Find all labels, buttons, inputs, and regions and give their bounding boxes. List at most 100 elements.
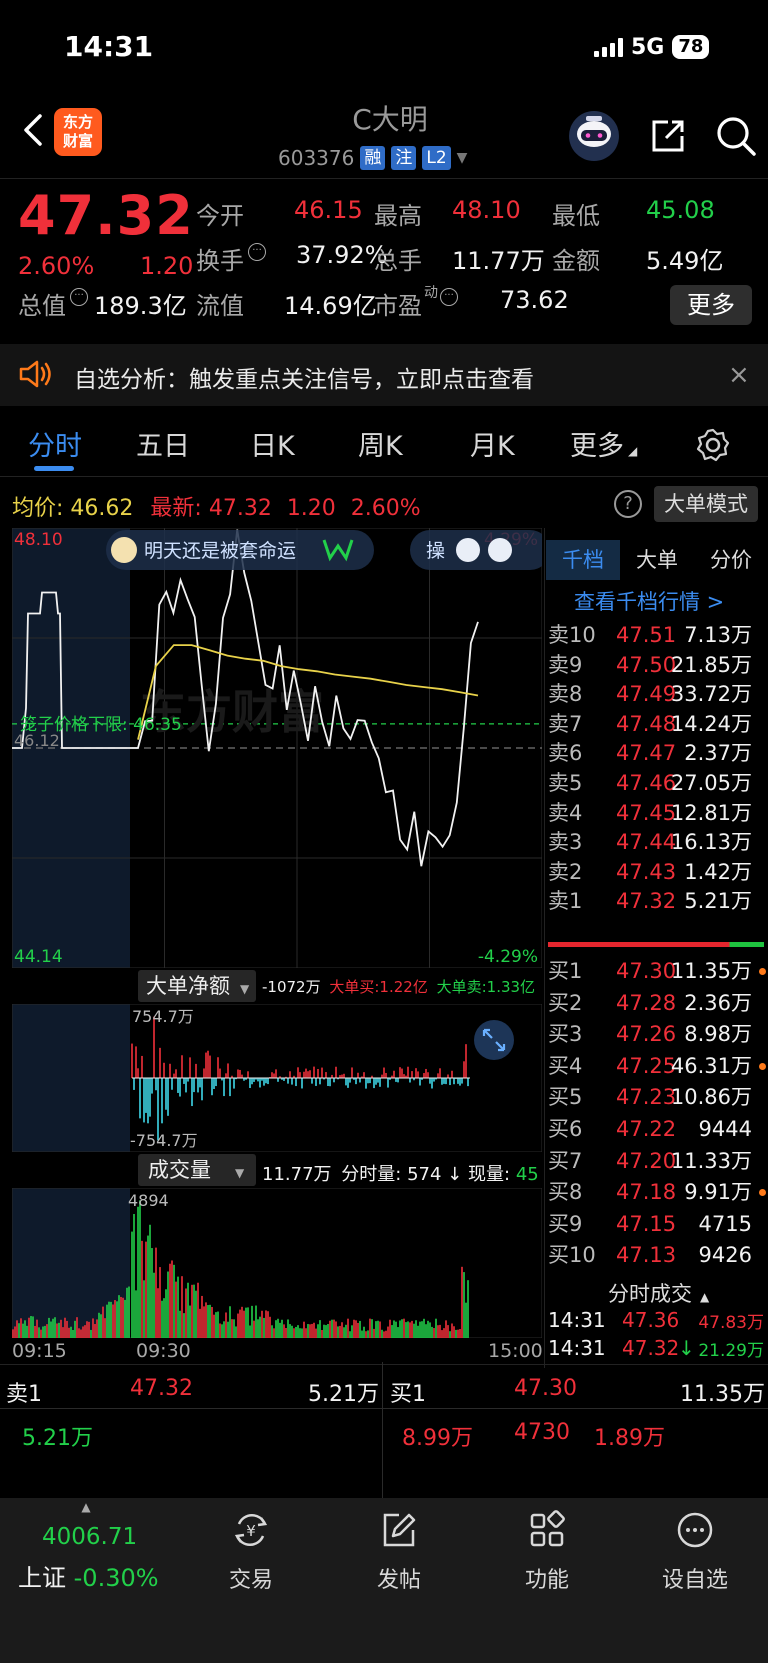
tab-more-label: 更多 [570,431,624,462]
ask-volume: 21.85万 [670,652,752,677]
share-icon[interactable] [648,116,688,156]
nav-trade[interactable]: ¥ 交易 [206,1510,296,1594]
time-label-open: 09:15 [12,1340,67,1362]
bid-row[interactable]: 买4 47.25 46.31万 [548,1051,768,1081]
nav-functions[interactable]: 功能 [502,1510,592,1594]
ask-level-label: 卖9 [548,652,583,677]
volume-selector[interactable]: 成交量 ▼ [138,1154,256,1186]
nav-post[interactable]: 发帖 [354,1510,444,1594]
bid-level-label: 买2 [548,990,583,1015]
bid-row[interactable]: 买8 47.18 9.91万 [548,1177,768,1207]
pre-market-zone [12,1004,130,1152]
bid-volume: 4715 [698,1211,752,1236]
quote-label: 总值 [18,292,66,320]
bid-row[interactable]: 买1 47.30 11.35万 [548,956,768,986]
order-book-divider [544,528,545,1368]
ask-row[interactable]: 卖7 47.48 14.24万 [548,709,768,739]
bid-price: 47.13 [616,1243,677,1268]
order-book-separator [548,942,764,947]
tab-more[interactable]: 更多 ◢ [570,424,637,463]
tab-intraday[interactable]: 分时 [28,424,82,463]
ask-row[interactable]: 卖10 47.51 7.13万 [548,620,768,650]
bid-volume: 9426 [698,1243,752,1268]
quote-value: 46.15 [294,196,363,224]
ask-row[interactable]: 卖9 47.50 21.85万 [548,650,768,680]
search-icon[interactable] [714,114,758,158]
ask-row[interactable]: 卖5 47.46 27.05万 [548,768,768,798]
ask-row[interactable]: 卖4 47.45 12.81万 [548,798,768,828]
info-icon[interactable]: ··· [440,288,458,306]
minute-volume-label: 分时量: [341,1164,402,1185]
tab-daily-k[interactable]: 日K [250,424,295,463]
alert-text[interactable]: 自选分析：触发重点关注信号，立即点击查看 [74,360,534,394]
avatar [488,538,512,562]
quote-value: 5.49亿 [646,247,724,275]
volume-axis-max-label: 4894 [128,1191,169,1210]
volume-title: 成交量 [148,1158,211,1182]
close-icon[interactable]: × [728,360,750,390]
nav-add-watchlist[interactable]: 设自选 [650,1510,740,1594]
avg-value: 46.62 [70,496,134,521]
ask-price: 47.46 [616,771,677,795]
bid-level-label: 买9 [548,1211,583,1236]
big-order-mode-button[interactable]: 大单模式 [654,486,758,522]
robot-avatar-icon[interactable] [566,110,622,162]
nav-post-label: 发帖 [376,1568,421,1593]
bid-volume: 10.86万 [670,1085,752,1110]
tab-big-order[interactable]: 大单 [620,540,694,580]
tab-price-split[interactable]: 分价 [694,540,768,580]
comment-bubble[interactable]: 明天还是被套命运 [106,530,374,570]
bid-price: 47.25 [616,1053,677,1078]
net-axis-min-label: -754.7万 [130,1131,198,1150]
bid-row[interactable]: 买9 47.15 4715 [548,1209,768,1239]
help-icon[interactable]: ? [614,490,642,518]
intraday-chart[interactable]: 东方财富48.1044.1446.124.29%-4.29%笼子价格下限: 46… [12,528,542,968]
caret-down-icon: ▼ [235,1166,245,1180]
view-thousand-level-link[interactable]: 查看千档行情 > [574,586,724,616]
ask-row[interactable]: 卖6 47.47 2.37万 [548,738,768,768]
back-button[interactable] [18,110,48,150]
bid-row[interactable]: 买2 47.28 2.36万 [548,988,768,1018]
comment-bubble[interactable]: 操 [410,530,542,570]
grid-icon [530,1510,565,1547]
ask-volume: 27.05万 [670,771,752,795]
change-amount: 1.20 [140,252,194,280]
bid-row[interactable]: 买6 47.22 9444 [548,1114,768,1144]
bid-level-label: 买10 [548,1243,596,1268]
ask-price: 47.45 [616,800,677,825]
chevron-down-icon[interactable]: ▼ [457,150,468,166]
tab-weekly-k[interactable]: 周K [358,424,403,463]
caret-up-icon: ▲ [81,1500,91,1514]
bid-price: 47.26 [616,1022,677,1047]
tab-thousand-level[interactable]: 千档 [546,540,620,580]
quote-label: 流值 [196,292,244,320]
bid-row[interactable]: 买7 47.20 11.33万 [548,1146,768,1176]
tab-monthly-k[interactable]: 月K [470,424,515,463]
time-label-930: 09:30 [136,1340,191,1362]
more-button[interactable]: 更多 [670,285,752,325]
bottom-quote-divider [0,1408,768,1409]
ask-row[interactable]: 卖3 47.44 16.13万 [548,827,768,857]
net-amount-selector[interactable]: 大单净额 ▼ [138,970,256,1002]
index-value: 4006.71 [42,1524,138,1550]
trade-price: 47.36 [622,1308,680,1332]
gear-icon[interactable] [696,428,730,462]
last-label: 最新: [150,496,202,521]
info-icon[interactable]: ··· [248,243,266,261]
ask-price: 47.48 [616,711,677,736]
bid-price: 47.22 [616,1117,677,1141]
bid-row[interactable]: 买10 47.13 9426 [548,1240,768,1270]
info-icon[interactable]: ··· [70,288,88,306]
index-ticker[interactable]: ▲ 4006.71 上证 -0.30% [18,1500,188,1593]
ask-row[interactable]: 卖2 47.43 1.42万 [548,857,768,887]
ask-row[interactable]: 卖8 47.49 33.72万 [548,679,768,709]
trades-title[interactable]: 分时成交 ▲ [608,1278,709,1308]
bid-row[interactable]: 买3 47.26 8.98万 [548,1019,768,1049]
ask-row[interactable]: 卖1 47.32 5.21万 [548,886,768,916]
bid-row[interactable]: 买5 47.23 10.86万 [548,1082,768,1112]
big-sell-value: 大单卖:1.33亿 [436,978,536,996]
tab-five-day[interactable]: 五日 [136,424,190,463]
nav-add-watchlist-label: 设自选 [661,1568,728,1593]
app-logo[interactable]: 东方 财富 [54,108,102,156]
now-volume-value: 45 [515,1164,539,1185]
